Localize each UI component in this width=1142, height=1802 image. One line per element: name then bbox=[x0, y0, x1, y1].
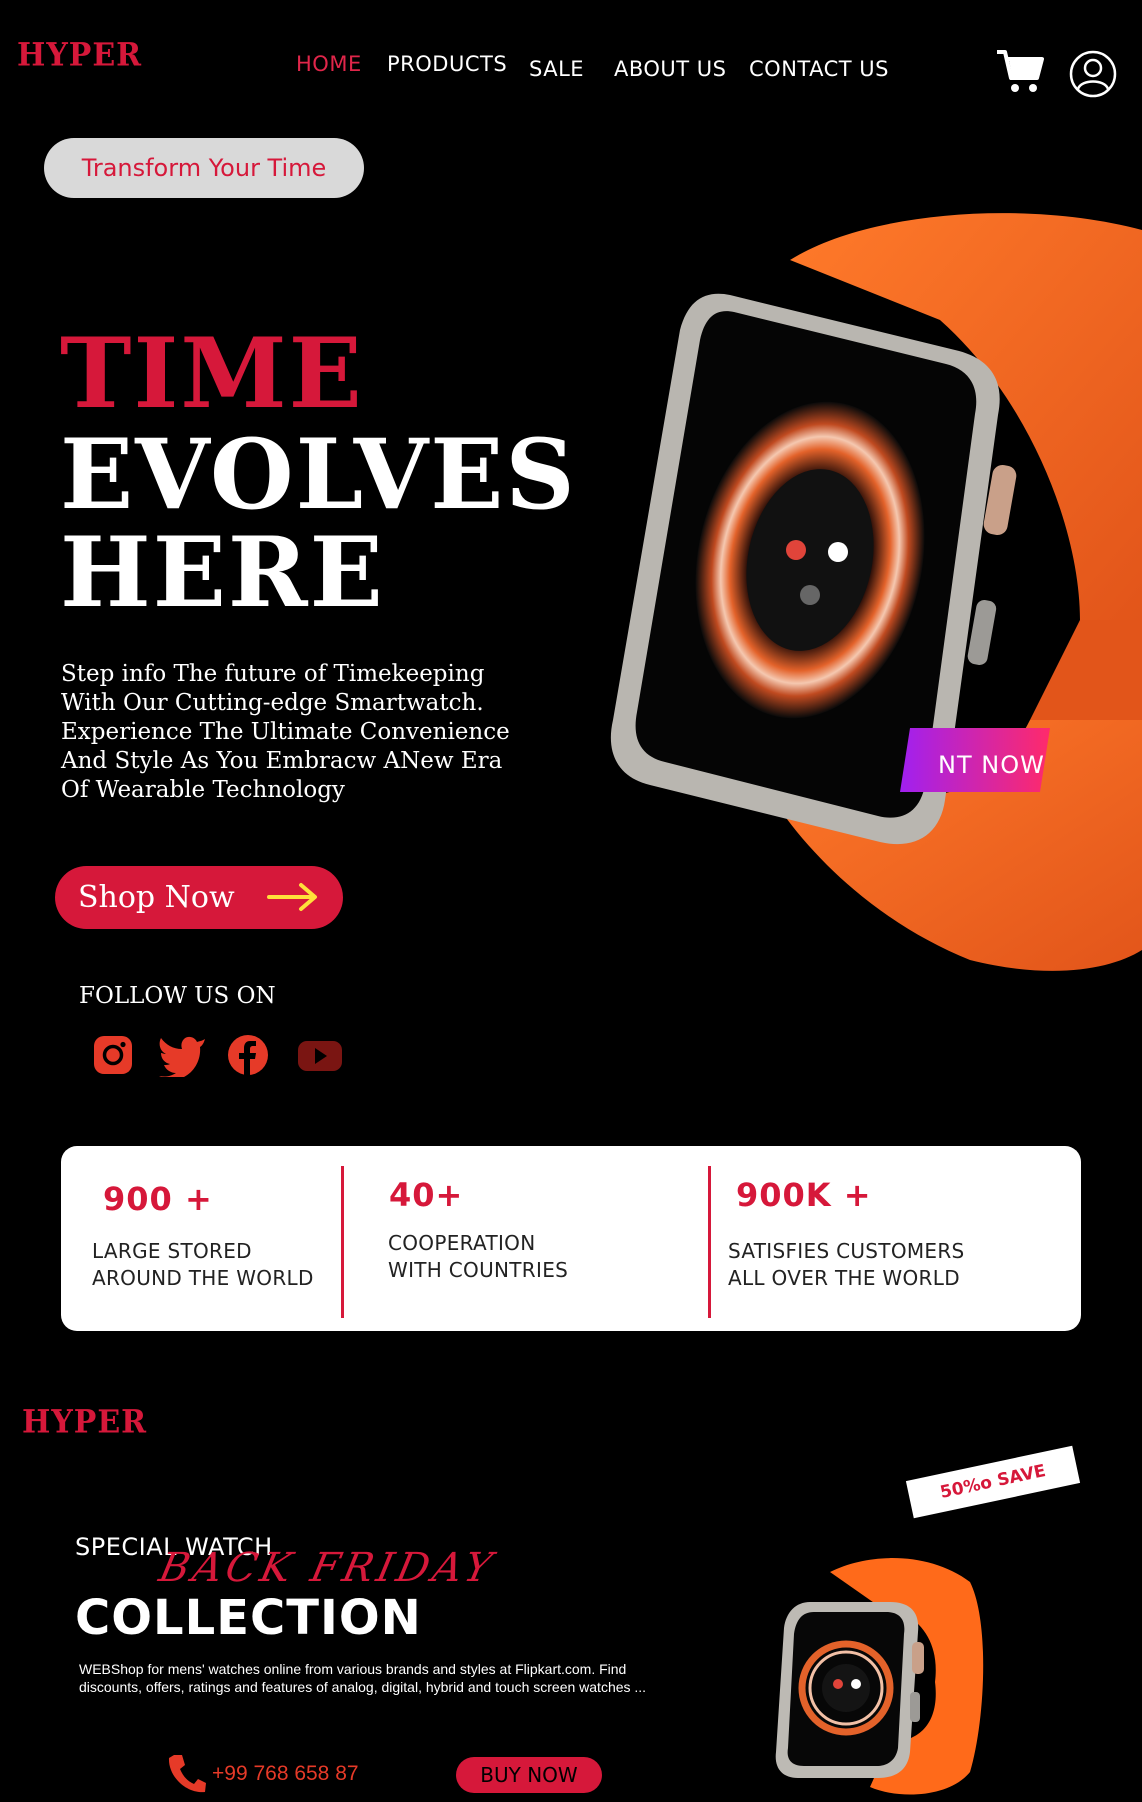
user-icon[interactable] bbox=[1069, 50, 1117, 98]
cart-icon[interactable] bbox=[995, 46, 1045, 96]
buy-now-button[interactable]: BUY NOW bbox=[456, 1757, 602, 1793]
shop-now-label: Shop Now bbox=[78, 880, 235, 915]
nav-contact[interactable]: CONTACT US bbox=[749, 57, 889, 81]
promo-logo[interactable]: HYPER bbox=[22, 1404, 147, 1441]
hero-headline-2: EVOLVES bbox=[60, 418, 577, 531]
promo-blurb: WEBShop for mens' watches online from va… bbox=[79, 1661, 647, 1695]
stats-card: 900 + LARGE STORED AROUND THE WORLD 40+ … bbox=[61, 1146, 1081, 1331]
promo-watch-image bbox=[770, 1542, 990, 1802]
promo-script: BACK FRIDAY bbox=[155, 1545, 500, 1591]
hero-tag: Transform Your Time bbox=[44, 138, 364, 198]
stat-value-stores: 900 + bbox=[103, 1180, 213, 1218]
brand-logo[interactable]: HYPER bbox=[17, 37, 142, 74]
promo-title: COLLECTION bbox=[75, 1590, 422, 1646]
youtube-icon[interactable] bbox=[296, 1033, 344, 1077]
stats-divider bbox=[708, 1166, 711, 1318]
instagram-icon[interactable] bbox=[91, 1033, 135, 1077]
nav-products[interactable]: PRODUCTS bbox=[387, 52, 507, 76]
hero-watch-image: NT NOW bbox=[610, 200, 1142, 980]
hero-description: Step info The future of Timekeeping With… bbox=[61, 661, 510, 803]
hero-overlay-text: NT NOW bbox=[938, 751, 1045, 779]
stat-label-stores: LARGE STORED AROUND THE WORLD bbox=[92, 1239, 314, 1290]
arrow-right-icon bbox=[267, 880, 319, 922]
shop-now-button[interactable]: Shop Now bbox=[55, 866, 343, 929]
hero-headline-1: TIME bbox=[60, 317, 364, 430]
hero-headline-3: HERE bbox=[60, 516, 385, 629]
stat-value-countries: 40+ bbox=[389, 1176, 464, 1214]
nav-sale[interactable]: SALE bbox=[529, 57, 584, 81]
nav-about[interactable]: ABOUT US bbox=[614, 57, 727, 81]
nav-home[interactable]: HOME bbox=[296, 52, 362, 76]
save-badge: 50%o SAVE bbox=[905, 1445, 1081, 1519]
stat-label-customers: SATISFIES CUSTOMERS ALL OVER THE WORLD bbox=[728, 1239, 965, 1290]
promo-phone[interactable]: +99 768 658 87 bbox=[212, 1762, 359, 1786]
twitter-icon[interactable] bbox=[157, 1033, 207, 1080]
stat-label-countries: COOPERATION WITH COUNTRIES bbox=[388, 1231, 569, 1282]
phone-icon[interactable] bbox=[166, 1752, 206, 1794]
facebook-icon[interactable] bbox=[226, 1033, 270, 1077]
follow-label: FOLLOW US ON bbox=[79, 983, 276, 1009]
stats-divider bbox=[341, 1166, 344, 1318]
stat-value-customers: 900K + bbox=[736, 1176, 872, 1214]
